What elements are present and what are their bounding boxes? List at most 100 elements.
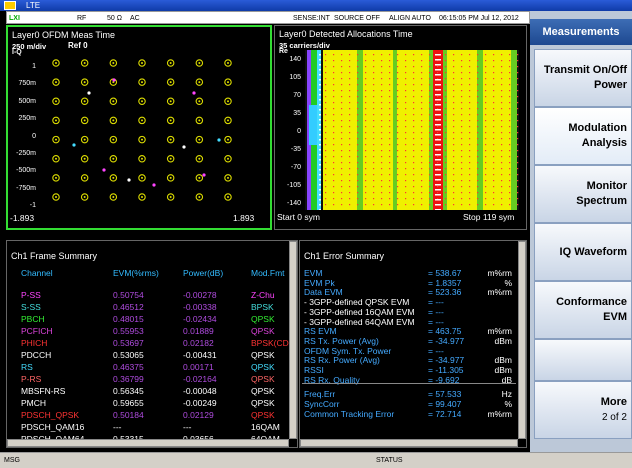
allocation-symbol	[429, 174, 431, 176]
table-cell: QPSK	[251, 326, 275, 336]
y-tick-label: 250m	[18, 115, 36, 123]
table-cell: ---	[183, 422, 192, 432]
allocation-symbol	[357, 72, 359, 74]
allocation-symbol	[349, 84, 351, 86]
allocation-symbol	[389, 204, 391, 206]
allocation-symbol	[493, 168, 495, 170]
allocations-plot[interactable]	[305, 50, 519, 210]
table-row[interactable]: P-RS 0.36799 -0.02164 QPSK	[7, 373, 287, 385]
allocation-symbol	[435, 89, 441, 91]
allocation-symbol	[373, 180, 375, 182]
allocations-axis-label: Re	[279, 48, 288, 55]
allocation-symbol	[319, 64, 321, 66]
allocation-symbol	[319, 174, 321, 176]
table-row[interactable]: P-SS 0.50754 -0.00278 Z-Chu	[7, 289, 287, 301]
allocation-symbol	[421, 180, 423, 182]
column-header: Power(dB)	[183, 268, 224, 278]
table-cell: PMCH	[21, 398, 47, 408]
allocation-symbol	[509, 150, 511, 152]
allocation-symbol	[453, 204, 455, 206]
allocation-symbol	[341, 108, 343, 110]
constellation-point-center	[141, 62, 143, 64]
allocation-symbol	[469, 192, 471, 194]
allocation-symbol	[397, 174, 399, 176]
allocation-symbol	[421, 108, 423, 110]
allocation-symbol	[405, 60, 407, 62]
error-summary-window[interactable]: Ch1 Error Summary EVM = 538.67 m%rm EVM Pk =…	[299, 240, 527, 448]
allocation-symbol	[435, 54, 441, 56]
allocation-symbol	[421, 138, 423, 140]
allocation-symbol	[413, 204, 415, 206]
allocation-symbol	[349, 108, 351, 110]
table-row[interactable]: PHICH 0.53697 0.02182 BPSK(CD	[7, 337, 289, 349]
allocation-symbol	[445, 84, 447, 86]
softkey-label: Conformance	[556, 296, 627, 308]
table-row[interactable]: PBCH 0.48015 -0.02434 QPSK	[7, 313, 287, 325]
constellation-point-center	[141, 81, 143, 84]
allocation-symbol	[381, 72, 383, 74]
allocation-symbol	[501, 54, 503, 56]
error-summary-vscroll[interactable]	[518, 241, 526, 439]
allocation-symbol	[413, 198, 415, 200]
allocation-symbol	[435, 59, 441, 61]
monitor-spectrum-button[interactable]: Monitor Spectrum	[534, 165, 632, 223]
constellation-x-min: -1.893	[10, 213, 35, 223]
allocation-symbol	[325, 102, 327, 104]
allocation-symbol	[413, 96, 415, 98]
constellation-point-center	[112, 138, 115, 141]
allocation-symbol	[501, 144, 503, 146]
y-tick-label: -105	[286, 182, 301, 189]
table-cell: 0.50184	[113, 410, 144, 420]
allocation-symbol	[365, 108, 367, 110]
allocation-symbol	[477, 102, 479, 104]
table-row[interactable]: PCFICH 0.55953 0.01889 QPSK	[7, 325, 287, 337]
allocation-symbol	[485, 138, 487, 140]
iq-waveform-button[interactable]: IQ Waveform	[534, 223, 632, 281]
allocation-symbol	[405, 84, 407, 86]
allocation-symbol	[493, 138, 495, 140]
frame-summary-vscroll[interactable]	[289, 241, 297, 439]
allocation-symbol	[319, 179, 321, 181]
allocation-symbol	[389, 150, 391, 152]
table-row[interactable]: PDCCH 0.53065 -0.00431 QPSK	[7, 349, 287, 361]
more-button[interactable]: More 2 of 2	[534, 381, 632, 439]
allocation-symbol	[445, 186, 447, 188]
conformance-evm-button[interactable]: Conformance EVM	[534, 281, 632, 339]
table-row[interactable]: RS 0.46375 0.00171 QPSK	[7, 361, 287, 373]
modulation-analysis-button[interactable]: Modulation Analysis	[534, 107, 632, 165]
error-summary-hscroll[interactable]	[300, 439, 518, 447]
table-cell: BPSK	[251, 302, 274, 312]
table-row[interactable]: PMCH 0.59655 -0.00249 QPSK	[7, 397, 287, 409]
allocation-symbol	[325, 72, 327, 74]
allocation-symbol	[517, 174, 519, 176]
table-cell: 0.53697	[113, 338, 144, 348]
frame-summary-window[interactable]: Ch1 Frame Summary Channel EVM(%rms) Power(…	[6, 240, 298, 448]
table-row[interactable]: PDSCH_QAM16 --- --- 16QAM	[7, 421, 287, 433]
rf-input-label: RF	[77, 15, 87, 22]
allocation-symbol	[517, 72, 519, 74]
allocation-symbol	[461, 96, 463, 98]
frame-summary-header-row: Channel EVM(%rms) Power(dB) Mod.Fmt	[7, 267, 287, 279]
allocation-symbol	[319, 109, 321, 111]
allocation-symbol	[421, 192, 423, 194]
table-row[interactable]: PDSCH_QPSK 0.50184 0.02129 QPSK	[7, 409, 287, 421]
allocation-symbol	[381, 198, 383, 200]
table-row[interactable]: S-SS 0.46512 -0.00338 BPSK	[7, 301, 287, 313]
frame-summary-hscroll[interactable]	[7, 439, 289, 447]
constellation-plot[interactable]	[44, 55, 240, 205]
constellation-window[interactable]: Layer0 OFDM Meas Time 250 m/div Ref 0 I-…	[6, 25, 272, 230]
allocation-symbol	[333, 192, 335, 194]
allocation-symbol	[413, 186, 415, 188]
allocations-window[interactable]: Layer0 Detected Allocations Time 35 carr…	[274, 25, 527, 230]
allocation-symbol	[357, 108, 359, 110]
transmit-on-off-power-button[interactable]: Transmit On/Off Power	[534, 49, 632, 107]
allocation-symbol	[319, 134, 321, 136]
allocation-symbol	[341, 162, 343, 164]
allocation-symbol	[469, 186, 471, 188]
allocation-symbol	[389, 168, 391, 170]
allocation-symbol	[349, 174, 351, 176]
allocation-symbol	[477, 114, 479, 116]
allocation-symbol	[509, 168, 511, 170]
allocation-symbol	[445, 78, 447, 80]
table-row[interactable]: MBSFN-RS 0.56345 -0.00048 QPSK	[7, 385, 287, 397]
